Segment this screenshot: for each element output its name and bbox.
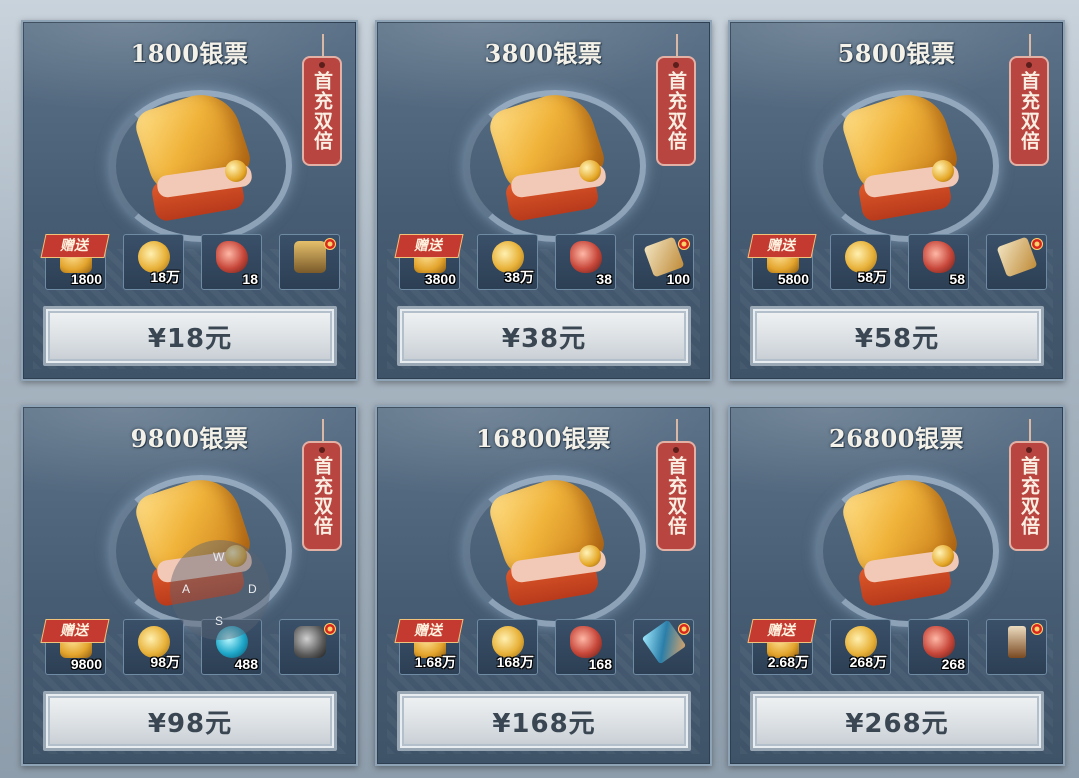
- first-charge-double-tag: 首充双倍: [302, 34, 342, 166]
- buy-button[interactable]: ¥58元: [750, 306, 1044, 366]
- recharge-card[interactable]: 1800银票 首充双倍 1800 18万 18 赠送 ¥18元: [21, 20, 358, 381]
- reward-item[interactable]: 18万: [123, 234, 184, 290]
- silver-bag-icon: [802, 465, 1002, 627]
- reward-item[interactable]: [279, 234, 340, 290]
- joystick-key-left: A: [182, 582, 191, 596]
- first-charge-double-tag: 首充双倍: [1009, 419, 1049, 551]
- gift-badge: 赠送: [394, 234, 464, 258]
- gift-badge: 赠送: [394, 619, 464, 643]
- buy-button[interactable]: ¥98元: [43, 691, 337, 751]
- rare-badge-icon: [324, 623, 336, 635]
- item-quantity: 9800: [70, 656, 102, 672]
- silver-bag-icon: [802, 80, 1002, 242]
- silver-bag-icon: [449, 465, 649, 627]
- price-label: ¥268元: [845, 708, 949, 739]
- reward-item[interactable]: 100: [633, 234, 694, 290]
- rare-badge-icon: [1031, 238, 1043, 250]
- recharge-card[interactable]: 3800银票 首充双倍 3800 38万 38 100 赠送 ¥38元: [375, 20, 712, 381]
- recharge-card[interactable]: 16800银票 首充双倍 1.68万 168万 168 赠送 ¥168元: [375, 405, 712, 766]
- reward-item[interactable]: 268: [908, 619, 969, 675]
- first-charge-double-tag: 首充双倍: [302, 419, 342, 551]
- price-label: ¥58元: [854, 323, 940, 354]
- rare-badge-icon: [324, 238, 336, 250]
- reward-item[interactable]: 58: [908, 234, 969, 290]
- reward-item[interactable]: [986, 619, 1047, 675]
- item-quantity: 5800: [777, 271, 809, 287]
- tag-label: 首充双倍: [311, 456, 333, 536]
- reward-item[interactable]: 58万: [830, 234, 891, 290]
- first-charge-double-tag: 首充双倍: [656, 34, 696, 166]
- red-gem-icon: [570, 241, 602, 273]
- item-quantity: 3800: [424, 271, 456, 287]
- item-quantity: 168: [588, 656, 612, 672]
- reward-item[interactable]: 268万: [830, 619, 891, 675]
- item-quantity: 168万: [496, 654, 534, 670]
- gift-badge: 赠送: [747, 619, 817, 643]
- reward-item[interactable]: [279, 619, 340, 675]
- item-quantity: 1.68万: [414, 654, 456, 670]
- item-quantity: 38万: [504, 269, 534, 285]
- red-gem-icon: [216, 241, 248, 273]
- item-quantity: 58万: [857, 269, 887, 285]
- joystick-key-down: S: [215, 614, 224, 628]
- silver-bag-icon: [95, 80, 295, 242]
- item-quantity: 100: [666, 271, 690, 287]
- treasure-chest-icon: [294, 241, 326, 273]
- red-gem-icon: [570, 626, 602, 658]
- joystick-key-right: D: [248, 582, 257, 596]
- buy-button[interactable]: ¥38元: [397, 306, 691, 366]
- reward-item[interactable]: 38: [555, 234, 616, 290]
- virtual-joystick[interactable]: W A D S: [170, 540, 270, 640]
- price-label: ¥168元: [492, 708, 596, 739]
- item-quantity: 98万: [150, 654, 180, 670]
- reward-item[interactable]: 168: [555, 619, 616, 675]
- rare-badge-icon: [1031, 623, 1043, 635]
- item-quantity: 1800: [70, 271, 102, 287]
- first-charge-double-tag: 首充双倍: [1009, 34, 1049, 166]
- red-gem-icon: [923, 626, 955, 658]
- reward-item[interactable]: [986, 234, 1047, 290]
- silver-bag-icon: [449, 80, 649, 242]
- buy-button[interactable]: ¥18元: [43, 306, 337, 366]
- reward-item[interactable]: 38万: [477, 234, 538, 290]
- token-icon: [294, 626, 326, 658]
- item-quantity: 488: [234, 656, 258, 672]
- tag-label: 首充双倍: [1018, 71, 1040, 151]
- first-charge-double-tag: 首充双倍: [656, 419, 696, 551]
- rare-badge-icon: [678, 623, 690, 635]
- item-quantity: 268万: [849, 654, 887, 670]
- tag-label: 首充双倍: [1018, 456, 1040, 536]
- gift-badge: 赠送: [747, 234, 817, 258]
- brush-icon: [1008, 626, 1026, 658]
- item-quantity: 268: [941, 656, 965, 672]
- tag-label: 首充双倍: [311, 71, 333, 151]
- buy-button[interactable]: ¥268元: [750, 691, 1044, 751]
- price-label: ¥38元: [501, 323, 587, 354]
- price-label: ¥98元: [147, 708, 233, 739]
- reward-item[interactable]: 18: [201, 234, 262, 290]
- price-label: ¥18元: [147, 323, 233, 354]
- tag-label: 首充双倍: [665, 456, 687, 536]
- joystick-key-up: W: [213, 550, 225, 564]
- tag-label: 首充双倍: [665, 71, 687, 151]
- red-gem-icon: [923, 241, 955, 273]
- rare-badge-icon: [678, 238, 690, 250]
- recharge-card[interactable]: 5800银票 首充双倍 5800 58万 58 赠送 ¥58元: [728, 20, 1065, 381]
- item-quantity: 38: [596, 271, 612, 287]
- item-quantity: 18: [242, 271, 258, 287]
- item-quantity: 2.68万: [767, 654, 809, 670]
- gift-badge: 赠送: [40, 234, 110, 258]
- item-quantity: 58: [949, 271, 965, 287]
- reward-item[interactable]: 98万: [123, 619, 184, 675]
- reward-item[interactable]: [633, 619, 694, 675]
- gift-badge: 赠送: [40, 619, 110, 643]
- buy-button[interactable]: ¥168元: [397, 691, 691, 751]
- item-quantity: 18万: [150, 269, 180, 285]
- reward-item[interactable]: 168万: [477, 619, 538, 675]
- recharge-card[interactable]: 26800银票 首充双倍 2.68万 268万 268 赠送 ¥268元: [728, 405, 1065, 766]
